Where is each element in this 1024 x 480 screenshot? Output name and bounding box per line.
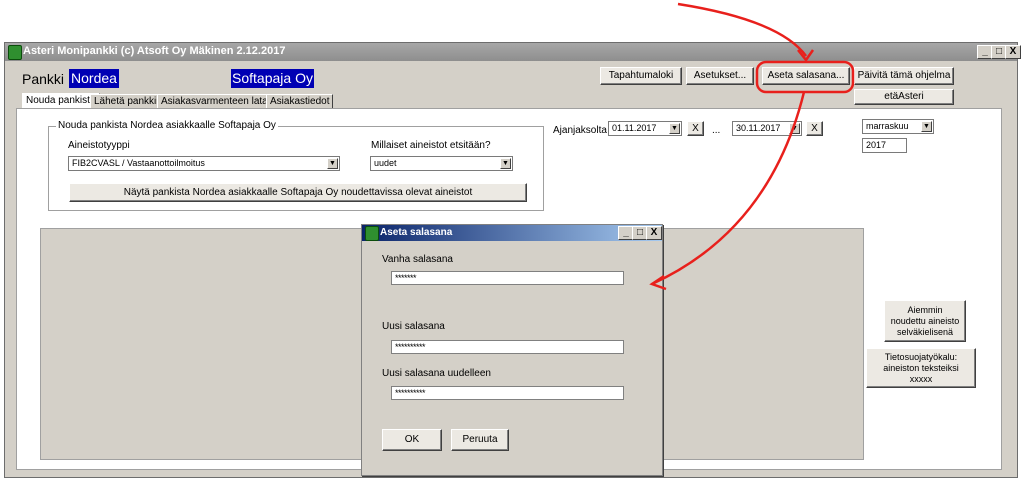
arrow-to-dialog bbox=[651, 91, 806, 286]
annotation-overlay bbox=[649, 2, 855, 291]
arrow-to-button bbox=[677, 2, 808, 57]
highlight-ring bbox=[755, 60, 855, 94]
